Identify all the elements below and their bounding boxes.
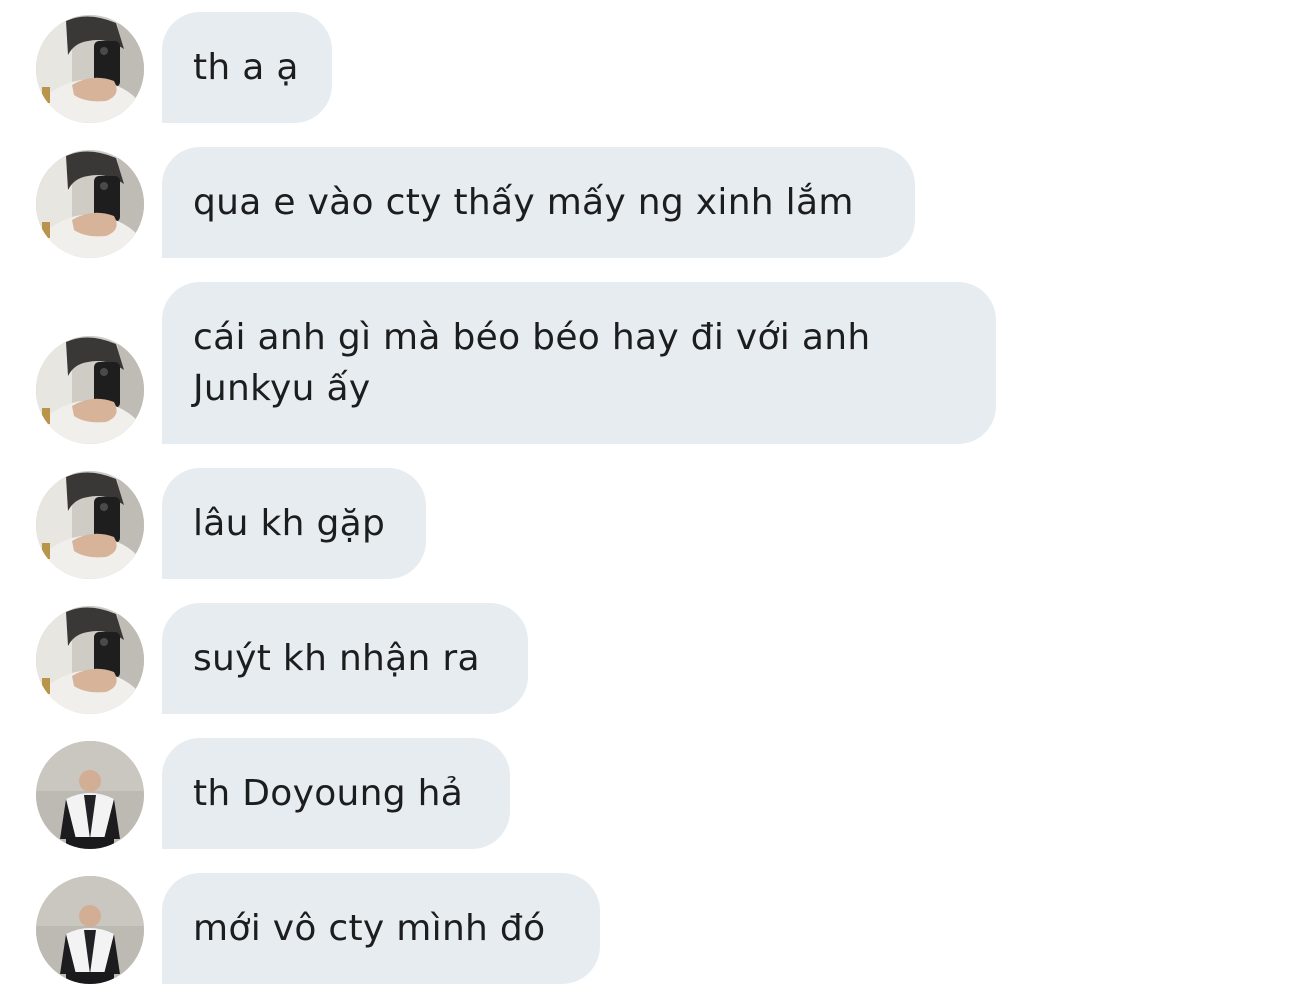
message-bubble[interactable]: cái anh gì mà béo béo hay đi với anh Jun…	[162, 282, 996, 444]
avatar[interactable]	[36, 15, 144, 123]
message-text: th Doyoung hả	[193, 773, 464, 814]
avatar-image	[36, 741, 144, 849]
avatar-image	[36, 471, 144, 579]
message-bubble[interactable]: th a ạ	[162, 12, 332, 123]
avatar-image	[36, 336, 144, 444]
avatar-image	[36, 15, 144, 123]
avatar[interactable]	[36, 876, 144, 984]
avatar[interactable]	[36, 336, 144, 444]
avatar[interactable]	[36, 606, 144, 714]
message-text: mới vô cty mình đó	[193, 908, 546, 949]
avatar-image	[36, 150, 144, 258]
avatar[interactable]	[36, 150, 144, 258]
message-bubble[interactable]: th Doyoung hả	[162, 738, 510, 849]
avatar-image	[36, 876, 144, 984]
message-text: suýt kh nhận ra	[193, 638, 480, 679]
message-text: qua e vào cty thấy mấy ng xinh lắm	[193, 182, 854, 223]
avatar-image	[36, 606, 144, 714]
message-bubble[interactable]: qua e vào cty thấy mấy ng xinh lắm	[162, 147, 915, 258]
message-text: cái anh gì mà béo béo hay đi với anh Jun…	[193, 317, 871, 409]
message-bubble[interactable]: suýt kh nhận ra	[162, 603, 528, 714]
message-text: lâu kh gặp	[193, 503, 386, 544]
message-bubble[interactable]: lâu kh gặp	[162, 468, 426, 579]
avatar[interactable]	[36, 471, 144, 579]
message-bubble[interactable]: mới vô cty mình đó	[162, 873, 600, 984]
avatar[interactable]	[36, 741, 144, 849]
message-text: th a ạ	[193, 47, 299, 88]
